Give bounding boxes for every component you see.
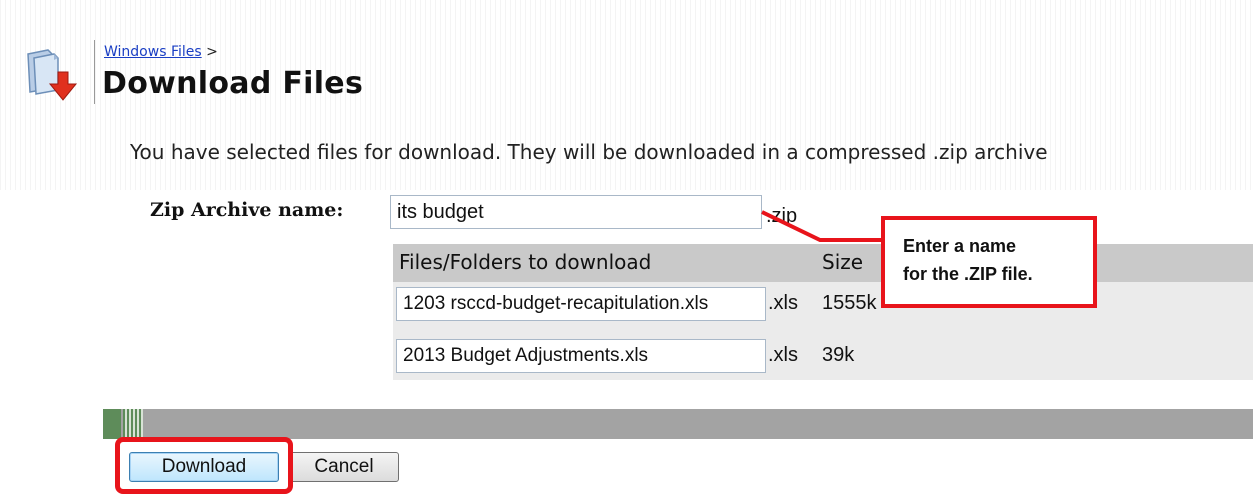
separator-stripes <box>123 409 143 439</box>
separator-bar <box>103 409 1253 439</box>
annotation-callout: Enter a name for the .ZIP file. <box>881 216 1097 308</box>
file-extension: .xls <box>768 292 798 314</box>
zip-extension: .zip <box>766 205 798 227</box>
file-name-input[interactable] <box>396 339 766 373</box>
zip-archive-label: Zip Archive name: <box>150 199 344 221</box>
download-button[interactable]: Download <box>129 452 279 482</box>
cancel-button[interactable]: Cancel <box>289 452 399 482</box>
breadcrumb-link-windows-files[interactable]: Windows Files <box>104 44 202 60</box>
header-divider <box>94 40 95 104</box>
callout-line-2: for the .ZIP file. <box>903 264 1033 284</box>
column-header-files: Files/Folders to download <box>399 250 652 274</box>
file-size: 1555k <box>822 292 877 314</box>
file-size: 39k <box>822 344 855 366</box>
file-extension: .xls <box>768 344 798 366</box>
column-header-size: Size <box>822 250 864 274</box>
breadcrumb-separator: > <box>206 44 218 60</box>
separator-accent <box>103 409 121 439</box>
page-title: Download Files <box>102 66 364 101</box>
callout-line-1: Enter a name <box>903 236 1017 256</box>
zip-archive-name-input[interactable] <box>390 195 762 229</box>
file-name-input[interactable] <box>396 287 766 321</box>
breadcrumb: Windows Files > <box>104 44 218 60</box>
download-description: You have selected files for download. Th… <box>130 140 1048 164</box>
file-download-icon <box>22 44 78 104</box>
